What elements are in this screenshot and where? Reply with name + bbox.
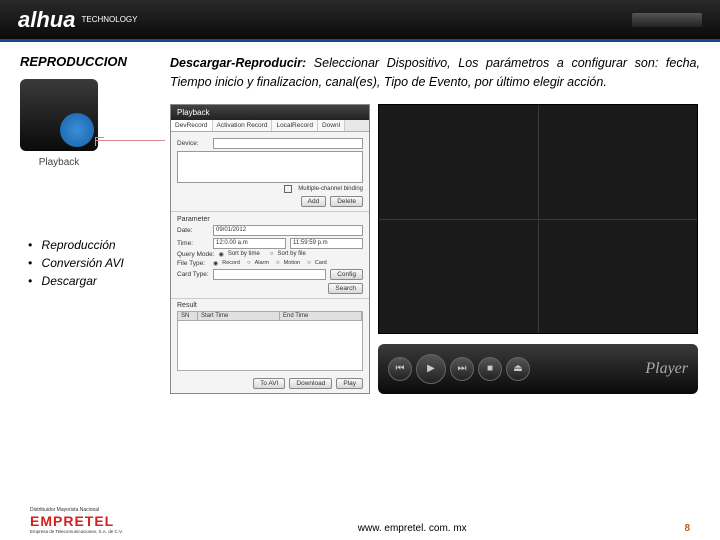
screenshots: Playback DevRecord Activation Record Loc…: [170, 104, 700, 394]
list-item: Descargar: [28, 274, 158, 288]
result-title: Result: [171, 299, 369, 309]
playback-label: Playback: [20, 157, 98, 168]
time-to[interactable]: 11:59:59 p.m: [290, 238, 363, 249]
time-from[interactable]: 12:0.00 a.m: [213, 238, 286, 249]
playback-icon: [20, 79, 98, 151]
qmode-label: Query Mode:: [177, 251, 215, 258]
add-button[interactable]: Add: [301, 196, 327, 207]
record-radio[interactable]: ◉: [213, 260, 218, 267]
col-start: Start Time: [198, 312, 280, 320]
eject-button[interactable]: ⏏: [506, 357, 530, 381]
tab-devrecord[interactable]: DevRecord: [171, 120, 213, 131]
player-label: Player: [645, 360, 688, 378]
desc-lead: Descargar-Reproducir:: [170, 56, 306, 70]
connector-line: [95, 140, 165, 141]
col-end: End Time: [280, 312, 362, 320]
download-button[interactable]: Download: [289, 378, 332, 389]
section-title: REPRODUCCION: [20, 54, 158, 69]
brand-logo: alhua TECHNOLOGY: [18, 7, 137, 33]
footer-url: www. empretel. com. mx: [140, 523, 684, 534]
tab-download[interactable]: Downl: [318, 120, 345, 131]
bullet-list: Reproducción Conversión AVI Descargar: [20, 238, 158, 288]
list-item: Conversión AVI: [28, 256, 158, 270]
header: alhua TECHNOLOGY: [0, 0, 720, 42]
play-button[interactable]: Play: [336, 378, 363, 389]
description: Descargar-Reproducir: Seleccionar Dispos…: [170, 54, 700, 92]
list-item: Reproducción: [28, 238, 158, 252]
device-icon: [632, 13, 702, 27]
panel-title: Playback: [171, 105, 369, 120]
result-body[interactable]: [177, 321, 363, 371]
sort-time-radio[interactable]: ◉: [219, 251, 224, 258]
brand-sub: TECHNOLOGY: [81, 16, 137, 24]
sidebar: REPRODUCCION Playback Reproducción Conve…: [20, 54, 158, 394]
col-sn: SN: [178, 312, 198, 320]
main: REPRODUCCION Playback Reproducción Conve…: [0, 42, 720, 394]
date-input[interactable]: 09/01/2012: [213, 225, 363, 236]
brand-mark: alhua: [18, 7, 75, 33]
device-select[interactable]: [213, 138, 363, 149]
multi-checkbox[interactable]: [284, 185, 292, 193]
content: Descargar-Reproducir: Seleccionar Dispos…: [170, 54, 700, 394]
device-section: Device: Multiple-channel binding Add Del…: [171, 132, 369, 212]
play-button[interactable]: ▶: [416, 354, 446, 384]
next-button[interactable]: ⏭: [450, 357, 474, 381]
dist-brand: EMPRETEL: [30, 513, 140, 529]
date-label: Date:: [177, 227, 209, 234]
tab-activation[interactable]: Activation Record: [213, 120, 273, 131]
delete-button[interactable]: Delete: [330, 196, 363, 207]
config-button[interactable]: Config: [330, 269, 363, 280]
time-label: Time:: [177, 240, 209, 247]
sort-file-radio[interactable]: ○: [270, 251, 274, 257]
video-grid[interactable]: [378, 104, 698, 334]
param-title: Parameter: [177, 216, 363, 223]
toavi-button[interactable]: To AVI: [253, 378, 285, 389]
alarm-radio[interactable]: ○: [247, 260, 251, 266]
tab-localrecord[interactable]: LocalRecord: [272, 120, 318, 131]
cardtype-input[interactable]: [213, 269, 326, 280]
device-list[interactable]: [177, 151, 363, 183]
multi-label: Multiple-channel binding: [298, 186, 363, 192]
card-radio[interactable]: ○: [307, 260, 311, 266]
page-number: 8: [684, 523, 690, 534]
stop-button[interactable]: ■: [478, 357, 502, 381]
search-button[interactable]: Search: [328, 283, 363, 294]
ctype-label: Card Type:: [177, 271, 209, 278]
result-header: SN Start Time End Time: [177, 311, 363, 321]
player: ⏮ ▶ ⏭ ■ ⏏ Player: [378, 104, 698, 394]
playback-panel: Playback DevRecord Activation Record Loc…: [170, 104, 370, 394]
dist-line2: Empresa de Telecomunicaciones, S.A. de C…: [30, 529, 140, 534]
prev-button[interactable]: ⏮: [388, 357, 412, 381]
gear-icon: [60, 113, 94, 147]
motion-radio[interactable]: ○: [276, 260, 280, 266]
ftype-label: File Type:: [177, 260, 209, 267]
control-bar: ⏮ ▶ ⏭ ■ ⏏ Player: [378, 344, 698, 394]
footer: Distribuidor Mayorista Nacional EMPRETEL…: [0, 507, 720, 534]
param-section: Parameter Date: 09/01/2012 Time: 12:0.00 a…: [171, 212, 369, 299]
device-label: Device:: [177, 140, 209, 147]
distributor-logo: Distribuidor Mayorista Nacional EMPRETEL…: [30, 507, 140, 534]
tabs: DevRecord Activation Record LocalRecord …: [171, 120, 369, 132]
